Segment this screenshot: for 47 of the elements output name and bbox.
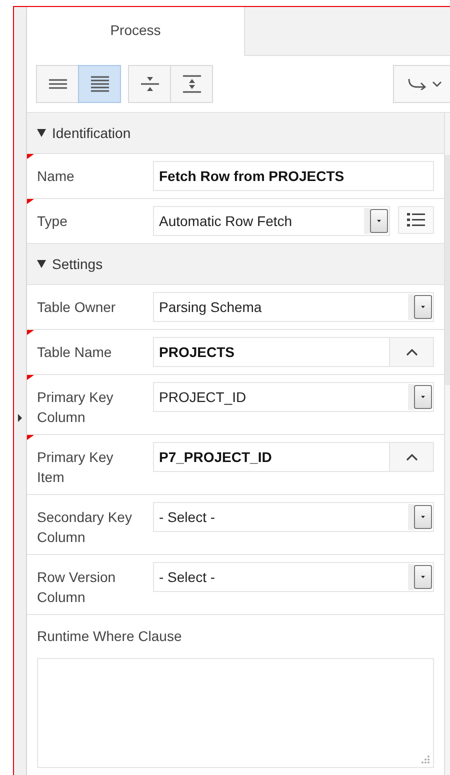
select-field[interactable]: - Select - — [153, 502, 434, 532]
expand-icon — [182, 75, 200, 93]
popup-field[interactable]: P7_PROJECT_ID — [153, 442, 434, 472]
field-label: Name — [37, 167, 76, 186]
curved-arrow-icon — [408, 78, 426, 90]
field-label: Primary Key Item — [37, 448, 114, 487]
list-button[interactable] — [398, 206, 434, 234]
field-label: Primary Key Column — [37, 388, 114, 427]
field-label: Row Version Column — [37, 568, 117, 607]
section-header[interactable]: Identification — [27, 113, 444, 154]
popup-button[interactable] — [389, 338, 433, 366]
section-header[interactable]: Settings — [27, 244, 444, 285]
caret-down-icon — [421, 515, 425, 519]
collapse-icon — [140, 75, 158, 93]
select-field[interactable]: PROJECT_ID — [153, 382, 434, 412]
select-field[interactable]: Automatic Row Fetch — [153, 206, 390, 236]
view-toggle-button[interactable] — [78, 65, 121, 103]
field-label: Table Name — [37, 343, 113, 362]
tab[interactable]: Process — [27, 7, 245, 56]
caret-up-icon — [406, 454, 418, 460]
view-toggle-button[interactable] — [170, 65, 213, 103]
caret-up-icon — [406, 348, 418, 356]
caret-down-icon — [377, 219, 381, 223]
view-toggle-button[interactable] — [128, 65, 171, 103]
caret-down-icon — [37, 260, 46, 268]
list-lines-icon — [48, 79, 66, 89]
select-field[interactable]: Parsing Schema — [153, 292, 434, 322]
text-field[interactable]: Fetch Row from PROJECTS — [153, 161, 434, 191]
caret-down-icon — [421, 305, 425, 309]
chevron-down-icon — [432, 81, 442, 87]
go-to-group-button[interactable] — [393, 65, 450, 103]
scrollbar-thumb[interactable] — [445, 155, 450, 385]
caret-down-icon — [37, 129, 46, 137]
caret-down-icon — [421, 575, 425, 579]
dense-list-icon — [90, 76, 108, 92]
select-field[interactable]: - Select - — [153, 562, 434, 592]
field-label: Secondary Key Column — [37, 508, 133, 547]
popup-field[interactable]: PROJECTS — [153, 337, 434, 367]
popup-button[interactable] — [389, 443, 433, 471]
field-label: Type — [37, 212, 68, 231]
caret-down-icon — [421, 395, 425, 399]
collapse-handle-icon[interactable] — [18, 414, 22, 422]
bullet-list-icon — [407, 213, 425, 227]
field-label: Table Owner — [37, 298, 117, 317]
resize-grip-icon — [421, 755, 430, 764]
view-toggle-button[interactable] — [36, 65, 79, 103]
field-label: Runtime Where Clause — [36, 627, 183, 646]
